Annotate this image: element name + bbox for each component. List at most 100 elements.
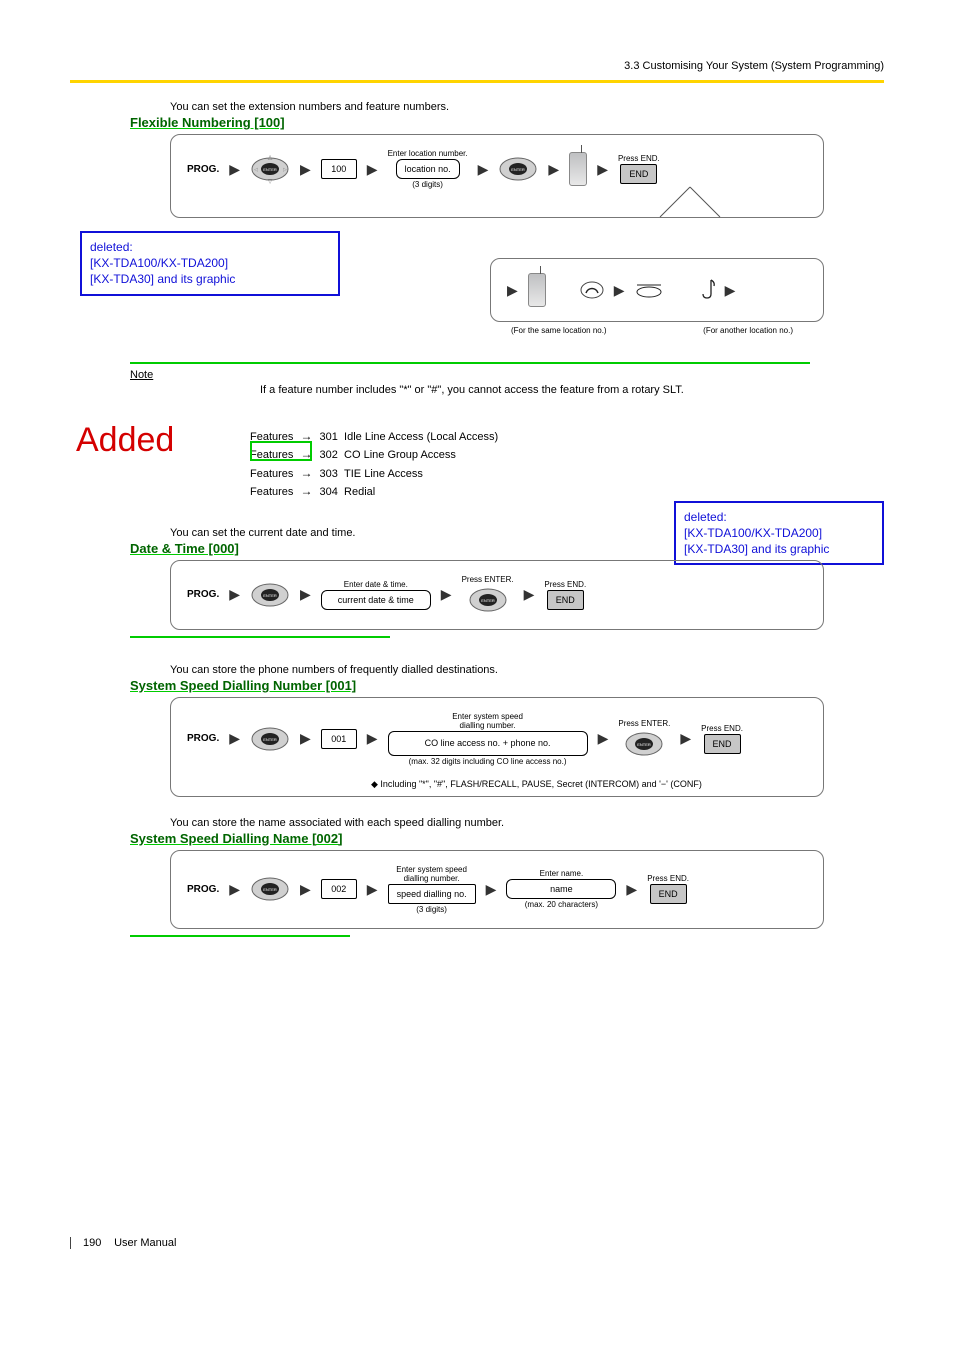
ssdnm-namehint: (max. 20 characters) (525, 900, 598, 909)
arrow-icon: ▶ (229, 586, 240, 603)
added-annotation: Added (76, 421, 174, 460)
flex-num-intro: You can set the extension numbers and fe… (170, 101, 884, 113)
arrow-icon: ▶ (725, 282, 736, 299)
ssdnm-h1: Enter system speed dialling number. (396, 865, 467, 883)
note-icon (701, 278, 715, 303)
datetime-flow: PROG. ▶ ENTER ▶ Enter date & time. curre… (170, 560, 824, 630)
green-underline (130, 636, 390, 638)
enter-cap: Press ENTER. (618, 719, 670, 728)
enter-icon: ENTER (498, 154, 538, 184)
arrow-icon: ▶ (229, 881, 240, 898)
diamond-note: ◆ Including "*", "#", FLASH/RECALL, PAUS… (371, 779, 702, 790)
enter-icon: ENTER (250, 874, 290, 904)
deleted1-l2: [KX-TDA100/KX-TDA200] (90, 255, 330, 271)
deleted1-l1: deleted: (90, 239, 330, 255)
press-end-cap: Press END. (618, 154, 660, 163)
added-row-mid1: 302 (320, 449, 338, 461)
ssdname-flow: PROG. ▶ ENTER ▶ 002 ▶ Enter system speed… (170, 850, 824, 929)
arrow-icon: ▶ (300, 161, 311, 178)
svg-text:ENTER: ENTER (263, 887, 277, 892)
deleted2-l3: [KX-TDA30] and its graphic (684, 541, 874, 557)
svg-text:ENTER: ENTER (638, 742, 652, 747)
phone-icon (569, 152, 587, 186)
added-row-mid2: CO Line Group Access (344, 449, 456, 461)
arrow-icon: ▶ (229, 730, 240, 747)
arrow-icon: ▶ (524, 586, 535, 603)
arrow-icon: ▶ (300, 586, 311, 603)
ssdnum-intro: You can store the phone numbers of frequ… (170, 664, 884, 676)
location-box: location no. (396, 159, 460, 179)
arrow-icon: ▶ (626, 881, 637, 898)
added-row-left: Features (250, 486, 293, 498)
ssd-h1: Enter system speed dialling number. (452, 712, 523, 730)
added-row-mid1: 303 (320, 468, 338, 480)
svg-text:ENTER: ENTER (481, 598, 495, 603)
green-underline (130, 362, 810, 364)
arrow-icon: ▶ (614, 282, 625, 299)
svg-text:ENTER: ENTER (263, 737, 277, 742)
ssdnm-namebox: name (506, 879, 616, 899)
phone-icon (528, 273, 546, 307)
svg-text:▷: ▷ (283, 167, 287, 173)
ssdname-heading: System Speed Dialling Name [002] (130, 831, 884, 846)
page-footer: 190 User Manual (70, 1237, 884, 1249)
press-end-cap: Press END. (701, 724, 743, 733)
added-row: Features → 301 Idle Line Access (Local A… (250, 427, 884, 446)
section-ref: 3.3 Customising Your System (System Prog… (70, 60, 884, 72)
arrow-icon: ▶ (367, 161, 378, 178)
added-row-mid1: 304 (320, 486, 338, 498)
ssdnum-heading: System Speed Dialling Number [001] (130, 678, 884, 693)
end-box: END (620, 164, 657, 184)
svg-text:ENTER: ENTER (263, 167, 277, 172)
cont2-cap: (For another location no.) (703, 326, 793, 335)
dt-enter-header: Enter date & time. (344, 580, 408, 589)
added-row-left: Features (250, 468, 293, 480)
added-row-mid2: TIE Line Access (344, 468, 423, 480)
dt-enter-cap: Press ENTER. (462, 575, 514, 584)
enter-icon: ENTER (468, 585, 508, 615)
arrow-icon: ▶ (597, 161, 608, 178)
svg-text:◁: ◁ (254, 167, 258, 173)
ssdnm-box2-hint: (3 digits) (416, 905, 447, 914)
ssd-long-hint: (max. 32 digits including CO line access… (409, 757, 567, 766)
oval-key-icon (635, 281, 663, 299)
enter-icon: ENTER (624, 729, 664, 759)
green-underline (130, 935, 350, 937)
end-box: END (547, 590, 584, 610)
svg-text:△: △ (268, 155, 273, 161)
press-end-cap: Press END. (647, 874, 689, 883)
added-row: Features → 304 Redial (250, 482, 884, 501)
deleted-annotation-2: deleted: [KX-TDA100/KX-TDA200] [KX-TDA30… (674, 501, 884, 566)
ssd-long-b: phone no. (510, 738, 550, 748)
ssd-long-a: CO line access no. (425, 738, 501, 748)
header-rule (70, 80, 884, 83)
enter-icon: ENTER (250, 580, 290, 610)
deleted-annotation-1: deleted: [KX-TDA100/KX-TDA200] [KX-TDA30… (80, 231, 340, 296)
added-greenbox (250, 441, 312, 461)
arrow-icon: ▶ (367, 881, 378, 898)
flex-note: Note If a feature number includes "*" or… (130, 368, 884, 399)
press-end-cap: Press END. (544, 580, 586, 589)
svg-text:ENTER: ENTER (512, 167, 526, 172)
prog-label: PROG. (187, 733, 219, 744)
prog-label: PROG. (187, 164, 219, 175)
svg-text:ENTER: ENTER (263, 593, 277, 598)
prog-label: PROG. (187, 884, 219, 895)
arrow-icon: ▶ (680, 730, 691, 747)
branch-caret (660, 187, 820, 230)
flex-num-heading: Flexible Numbering [100] (130, 115, 884, 130)
arrow-icon: ▶ (229, 161, 240, 178)
ssdnum-flow: PROG. ▶ ENTER ▶ 001 ▶ Enter system speed… (170, 697, 824, 797)
arrow-icon: ▶ (507, 282, 518, 299)
flex-num-continue-flow: ▶ ▶ ▶ To continue (For the same location… (490, 258, 824, 322)
prog-label: PROG. (187, 589, 219, 600)
arrow-icon: ▶ (548, 161, 559, 178)
added-row-mid2: Idle Line Access (Local Access) (344, 431, 498, 443)
end-box: END (650, 884, 687, 904)
arrow-icon: ▶ (300, 730, 311, 747)
arrow-icon: ▶ (478, 161, 489, 178)
dt-body-box: current date & time (321, 590, 431, 610)
doc-title: User Manual (114, 1237, 176, 1249)
page-number: 190 (83, 1237, 111, 1249)
added-row: Features → 302 CO Line Group Access (250, 445, 884, 464)
